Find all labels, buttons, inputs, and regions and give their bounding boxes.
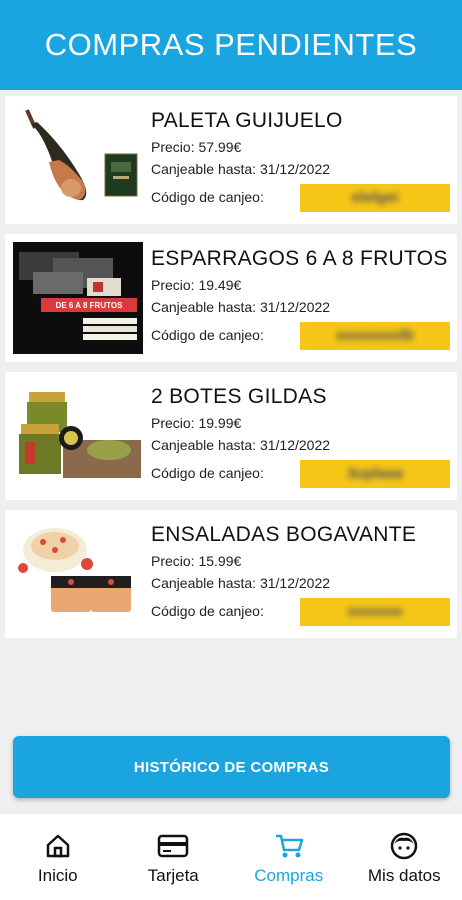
nav-label: Compras [254, 866, 324, 885]
purchase-card[interactable]: PALETA GUIJUELO Precio: 57.99€ Canjeable… [5, 96, 457, 224]
cart-icon [275, 834, 303, 858]
purchase-card[interactable]: 2 BOTES GILDAS Precio: 19.99€ Canjeable … [5, 372, 457, 500]
redeem-code-row: Código de canjeo: ooooooolb [151, 320, 451, 350]
redeem-code-row: Código de canjeo: elelgei [151, 182, 451, 212]
purchase-card[interactable]: DE 6 A 8 FRUTOS ESPARRAGOS 6 A 8 FRUTOS … [5, 234, 457, 362]
app-header: COMPRAS PENDIENTES [0, 0, 462, 90]
redeem-code-row: Código de canjeo: 3uplaaa [151, 458, 451, 488]
home-icon [46, 834, 69, 858]
valid-until: Canjeable hasta: 31/12/2022 [151, 161, 331, 177]
card-icon [158, 834, 189, 858]
valid-until: Canjeable hasta: 31/12/2022 [151, 437, 331, 453]
redeem-code-box[interactable]: ooooooolb [300, 322, 450, 350]
nav-label: Inicio [37, 866, 78, 885]
code-label: Código de canjeo: [151, 189, 264, 205]
valid-until: Canjeable hasta: 31/12/2022 [151, 299, 331, 315]
redeem-code: oooooo [347, 603, 403, 620]
face-icon [391, 832, 418, 860]
nav-label: Tarjeta [147, 866, 199, 885]
code-label: Código de canjeo: [151, 603, 264, 619]
asparagus-badge-text: DE 6 A 8 FRUTOS [56, 301, 123, 310]
nav-label: Mis datos [367, 866, 441, 885]
redeem-code-box[interactable]: elelgei [300, 184, 450, 212]
redeem-code-row: Código de canjeo: oooooo [151, 596, 451, 626]
lobster-salad-image [13, 518, 143, 630]
page-title: COMPRAS PENDIENTES [44, 27, 418, 62]
product-price: Precio: 57.99€ [151, 139, 242, 155]
gildas-jars-image [13, 380, 143, 492]
purchase-card[interactable]: ENSALADAS BOGAVANTE Precio: 15.99€ Canje… [5, 510, 457, 638]
product-name: ESPARRAGOS 6 A 8 FRUTOS [151, 247, 448, 270]
product-name: PALETA GUIJUELO [151, 109, 343, 132]
code-label: Código de canjeo: [151, 327, 264, 343]
bottom-nav: Inicio Tarjeta Compras Mis datos [0, 814, 462, 900]
nav-item-tarjeta[interactable]: Tarjeta [116, 814, 232, 900]
valid-until: Canjeable hasta: 31/12/2022 [151, 575, 331, 591]
redeem-code-box[interactable]: oooooo [300, 598, 450, 626]
product-price: Precio: 19.49€ [151, 277, 242, 293]
code-label: Código de canjeo: [151, 465, 264, 481]
redeem-code: elelgei [351, 189, 399, 206]
nav-item-compras[interactable]: Compras [231, 814, 347, 900]
product-price: Precio: 15.99€ [151, 553, 242, 569]
ham-product-image [13, 104, 143, 216]
product-name: ENSALADAS BOGAVANTE [151, 523, 417, 546]
redeem-code-box[interactable]: 3uplaaa [300, 460, 450, 488]
product-name: 2 BOTES GILDAS [151, 385, 327, 408]
redeem-code: 3uplaaa [347, 465, 403, 482]
redeem-code: ooooooolb [336, 327, 414, 344]
product-price: Precio: 19.99€ [151, 415, 242, 431]
nav-item-mis-datos[interactable]: Mis datos [347, 814, 462, 900]
purchase-history-button[interactable]: HISTÓRICO DE COMPRAS [13, 736, 450, 798]
nav-item-inicio[interactable]: Inicio [0, 814, 116, 900]
asparagus-product-image: DE 6 A 8 FRUTOS [13, 242, 143, 354]
